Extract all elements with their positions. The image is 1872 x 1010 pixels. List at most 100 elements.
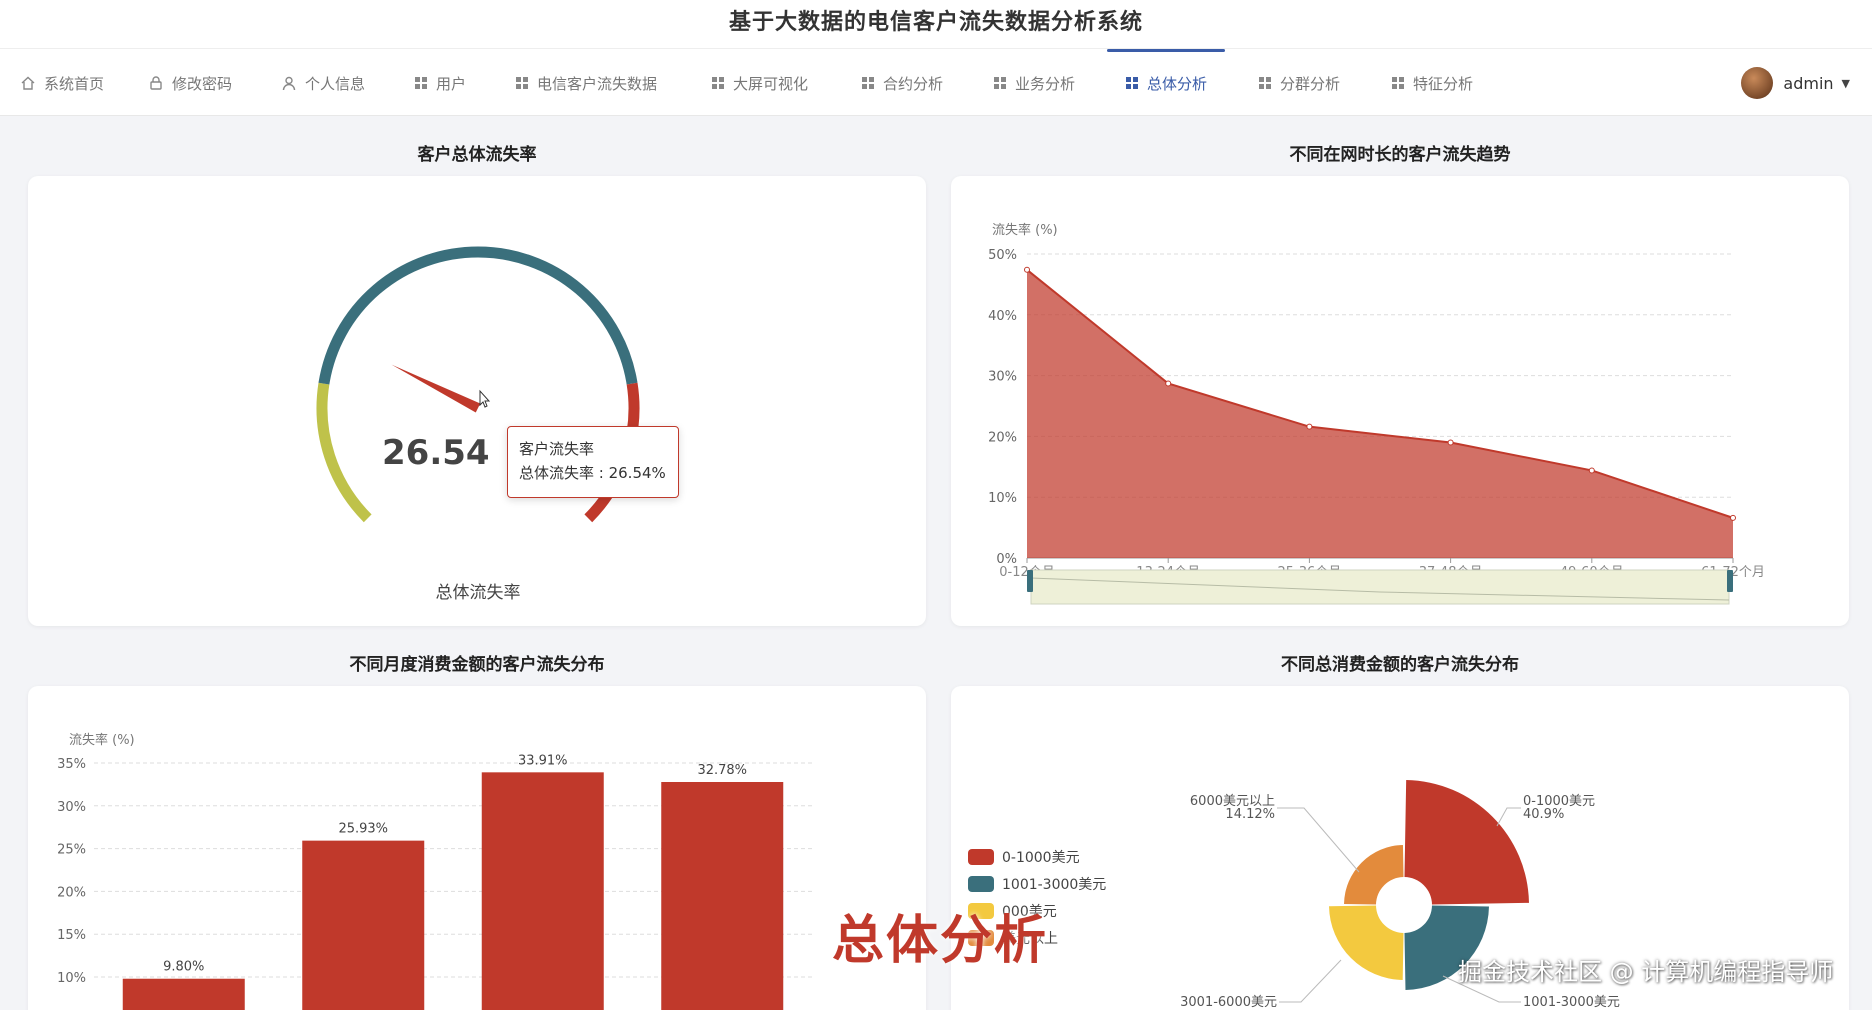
nav-item-feature[interactable]: 特征分析 <box>1391 49 1473 117</box>
trend-point <box>1730 514 1736 521</box>
overlay-title: 总体分析 <box>832 911 1049 971</box>
trend-ytick: 30% <box>988 370 1017 385</box>
bar-chart: 流失率 (%) 10% 15% 20% 25% 30% 35% 9.80% 25.93% 33.… <box>57 732 812 1010</box>
nav-item-cluster[interactable]: 分群分析 <box>1258 49 1340 117</box>
bar-card: 流失率 (%) 10% 15% 20% 25% 30% 35% 9.80% 25.93% 33.… <box>28 686 926 1010</box>
legend-label: 0-1000美元 <box>1002 850 1080 866</box>
rose-slice <box>1404 780 1529 905</box>
nav-label: 总体分析 <box>1147 74 1208 93</box>
nav-label: 特征分析 <box>1413 74 1474 93</box>
gauge-band-1 <box>318 246 638 385</box>
bar-ytick: 10% <box>57 971 86 986</box>
grid-icon <box>1391 76 1405 90</box>
bar-label: 25.93% <box>338 822 388 837</box>
rose-label-line <box>1496 807 1521 827</box>
nav-item-change-password[interactable]: 修改密码 <box>148 49 232 117</box>
avatar <box>1741 67 1774 99</box>
nav-item-profile[interactable]: 个人信息 <box>281 49 365 117</box>
cursor-icon <box>479 389 491 408</box>
grid-icon <box>993 76 1007 90</box>
nav-item-home[interactable]: 系统首页 <box>20 49 104 117</box>
rose-label-pct: 40.9% <box>1523 807 1564 822</box>
trend-ytick: 10% <box>988 491 1017 506</box>
trend-title: 不同在网时长的客户流失趋势 <box>1289 145 1511 165</box>
lock-icon <box>148 75 164 91</box>
bar-ytick: 15% <box>57 928 86 943</box>
rose-label-name: 3001-6000美元 <box>1180 995 1277 1010</box>
trend-zoom-handle-right <box>1727 570 1733 592</box>
caret-down-icon: ▼ <box>1841 76 1850 90</box>
nav-label: 电信客户流失数据 <box>537 74 658 93</box>
bar-title: 不同月度消费金额的客户流失分布 <box>349 655 605 675</box>
trend-point <box>1588 467 1595 474</box>
bar <box>661 782 784 1010</box>
grid-icon <box>711 76 725 90</box>
bar-label: 9.80% <box>163 960 204 975</box>
bar-label: 32.78% <box>697 763 747 778</box>
trend-point <box>1306 423 1313 430</box>
rose-label-pct: 14.12% <box>1225 807 1275 822</box>
nav-item-business[interactable]: 业务分析 <box>993 49 1075 117</box>
bar-ytick: 35% <box>57 757 86 772</box>
user-icon <box>281 75 297 91</box>
nav-item-big-screen[interactable]: 大屏可视化 <box>711 49 808 117</box>
gauge-band-0 <box>316 382 372 523</box>
nav-item-contract[interactable]: 合约分析 <box>861 49 943 117</box>
rose-slice <box>1329 905 1404 980</box>
app-title-bar: 基于大数据的电信客户流失数据分析系统 <box>0 0 1872 48</box>
nav-label: 修改密码 <box>172 74 233 93</box>
top-nav: 系统首页 修改密码 个人信息 用户 电信客户流失数据 大屏可视化 合约分析 业务… <box>0 48 1872 116</box>
trend-point <box>1165 380 1172 387</box>
rose-label-line <box>1279 959 1342 1003</box>
nav-item-overall[interactable]: 总体分析 <box>1106 49 1226 117</box>
nav-label: 个人信息 <box>305 74 366 93</box>
trend-ytick: 20% <box>988 430 1017 445</box>
bar <box>122 978 245 1010</box>
rose-label-line <box>1277 807 1360 873</box>
gauge-value: 26.54 <box>382 433 490 473</box>
rose-label-name: 1001-3000美元 <box>1523 995 1620 1010</box>
legend-swatch <box>968 849 994 865</box>
grid-icon <box>414 76 428 90</box>
bar <box>302 840 425 1010</box>
nav-item-churn-data[interactable]: 电信客户流失数据 <box>515 49 657 117</box>
tooltip-line: 总体流失率 : 26.54% <box>519 464 666 482</box>
home-icon <box>20 75 36 91</box>
trend-ylabel: 流失率 (%) <box>992 222 1058 238</box>
trend-card: 流失率 (%) 0%10%20%30%40%50%0-12个月13-24个月25… <box>951 176 1849 626</box>
app-title: 基于大数据的电信客户流失数据分析系统 <box>728 10 1143 35</box>
bar-ytick: 25% <box>57 843 86 858</box>
gauge-detail-label: 总体流失率 <box>436 583 521 603</box>
bar-ytick: 30% <box>57 800 86 815</box>
trend-ytick: 40% <box>988 309 1017 324</box>
nav-label: 用户 <box>436 74 467 93</box>
nav-label: 系统首页 <box>44 74 105 93</box>
trend-point <box>1024 266 1030 273</box>
gauge-card: 26.54 总体流失率 <box>28 176 926 626</box>
pie-title: 不同总消费金额的客户流失分布 <box>1281 655 1519 675</box>
trend-area <box>1027 269 1733 558</box>
trend-ytick: 50% <box>988 248 1017 263</box>
gauge-title: 客户总体流失率 <box>417 145 537 165</box>
bar-ylabel: 流失率 (%) <box>69 732 135 748</box>
gauge-chart: 26.54 总体流失率 <box>316 246 640 603</box>
trend-chart: 流失率 (%) 0%10%20%30%40%50%0-12个月13-24个月25… <box>988 222 1765 605</box>
nav-label: 合约分析 <box>883 74 944 93</box>
grid-icon <box>1258 76 1272 90</box>
user-menu[interactable]: admin ▼ <box>1741 49 1850 117</box>
rose-slice <box>1344 845 1404 905</box>
bar <box>481 772 604 1010</box>
nav-label: 大屏可视化 <box>733 74 809 93</box>
gauge-tooltip: 客户流失率 总体流失率 : 26.54% <box>507 426 679 498</box>
legend-label: 1001-3000美元 <box>1002 877 1106 893</box>
grid-icon <box>515 76 529 90</box>
trend-zoom-handle-left <box>1027 570 1033 592</box>
legend-swatch <box>968 876 994 892</box>
nav-label: 业务分析 <box>1015 74 1076 93</box>
bar-label: 33.91% <box>518 753 568 768</box>
nav-item-users[interactable]: 用户 <box>414 49 466 117</box>
trend-point <box>1447 439 1454 446</box>
trend-zoom-slider <box>1030 569 1730 605</box>
user-name: admin <box>1783 73 1834 93</box>
grid-icon <box>861 76 875 90</box>
